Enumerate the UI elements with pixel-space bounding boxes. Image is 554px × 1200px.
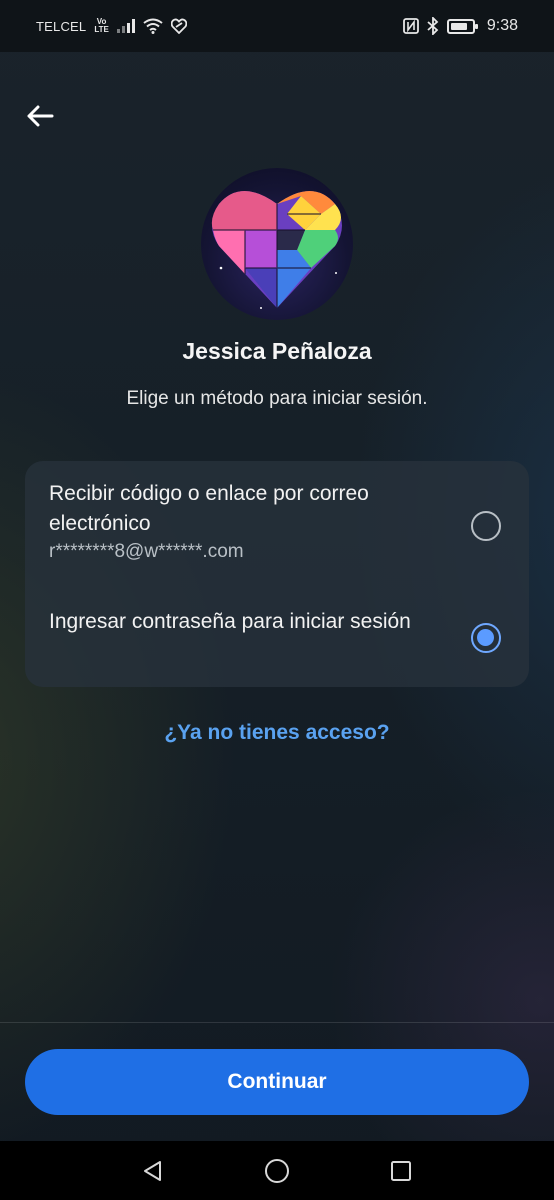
- arrow-left-icon: [27, 105, 54, 127]
- puzzle-heart-avatar-icon: [211, 191, 342, 309]
- back-button[interactable]: [22, 98, 58, 134]
- carrier-label: TELCEL: [36, 18, 87, 34]
- nav-back-button[interactable]: [139, 1157, 167, 1185]
- avatar: [201, 168, 353, 320]
- bottom-divider: [0, 1022, 554, 1023]
- option-email-code-title: Recibir código o enlace por correo elect…: [49, 482, 369, 535]
- recents-square-icon: [391, 1160, 411, 1181]
- status-bar: TELCEL Vo LTE 9:38: [0, 0, 554, 52]
- page-subtitle: Elige un método para iniciar sesión.: [126, 388, 428, 409]
- no-access-link[interactable]: ¿Ya no tienes acceso?: [0, 721, 554, 745]
- nav-home-button[interactable]: [263, 1157, 291, 1185]
- data-saver-icon: [170, 18, 187, 34]
- back-triangle-icon: [144, 1160, 161, 1181]
- status-bar-right: 9:38: [402, 17, 518, 35]
- home-circle-icon: [265, 1158, 289, 1183]
- nav-recents-button[interactable]: [387, 1157, 415, 1185]
- battery-icon: [446, 18, 478, 34]
- option-password-title: Ingresar contraseña para iniciar sesión: [49, 610, 411, 633]
- radio-password[interactable]: [471, 623, 501, 653]
- nfc-icon: [402, 18, 419, 34]
- status-bar-left: TELCEL Vo LTE: [36, 18, 187, 34]
- radio-selected-dot: [477, 629, 494, 646]
- signal-icon: [116, 19, 135, 33]
- clock: 9:38: [486, 17, 518, 34]
- continue-button[interactable]: Continuar: [25, 1049, 529, 1115]
- option-email-code-detail: r********8@w******.com: [49, 541, 244, 562]
- option-email-code[interactable]: Recibir código o enlace por correo elect…: [25, 479, 529, 589]
- radio-email-code[interactable]: [471, 511, 501, 541]
- option-password[interactable]: Ingresar contraseña para iniciar sesión: [25, 607, 529, 677]
- system-nav-bar: [0, 1141, 554, 1200]
- volte-bottom-label: LTE: [94, 25, 109, 34]
- bluetooth-icon: [427, 17, 439, 35]
- login-method-screen: TELCEL Vo LTE 9:38 Jessica Peñaloza Elig…: [0, 0, 554, 1200]
- wifi-icon: [143, 18, 163, 34]
- login-options-card: Recibir código o enlace por correo elect…: [25, 461, 529, 687]
- volte-icon: Vo LTE: [94, 18, 109, 34]
- profile-name: Jessica Peñaloza: [182, 338, 372, 364]
